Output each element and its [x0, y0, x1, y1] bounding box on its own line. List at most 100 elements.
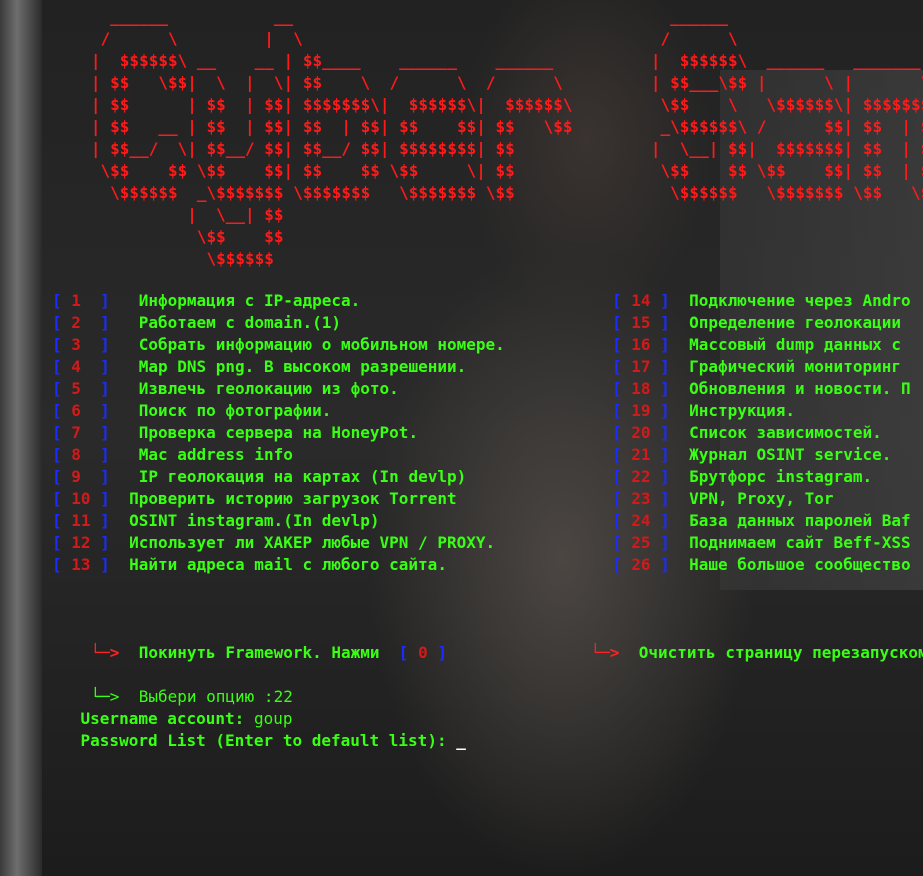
- menu-item-label: Наше большое сообщество: [689, 555, 911, 574]
- bracket-close: ]: [650, 423, 670, 442]
- bracket-close: ]: [650, 401, 670, 420]
- menu-item[interactable]: [ 23 ] VPN, Proxy, Tor: [612, 488, 834, 510]
- bracket-open: [: [52, 357, 72, 376]
- menu-item[interactable]: [ 3 ] Собрать информацию о мобильном ном…: [52, 334, 505, 356]
- menu-item-label: Журнал OSINT service.: [689, 445, 892, 464]
- menu-item-number: 5: [71, 379, 81, 398]
- menu-item-label: Найти адреса mail с любого сайта.: [129, 555, 447, 574]
- bracket-close: ]: [650, 533, 670, 552]
- arrow-icon: └─>: [590, 643, 620, 662]
- menu-item-number: 2: [71, 313, 81, 332]
- bracket-close: ]: [90, 489, 110, 508]
- menu-item[interactable]: [ 1 ] Информация с IP-адреса.: [52, 290, 360, 312]
- menu-item[interactable]: [ 26 ] Наше большое сообщество: [612, 554, 911, 576]
- menu-item[interactable]: [ 20 ] Список зависимостей.: [612, 422, 882, 444]
- arrow-icon: └─>: [90, 643, 120, 662]
- bracket-open: [: [52, 533, 72, 552]
- menu-item-number: 19: [631, 401, 651, 420]
- menu-item-number: 24: [631, 511, 651, 530]
- menu-item-label: Графический мониторинг: [689, 357, 911, 376]
- ascii-banner-left: ______ __ / \ | \ | $$$$$$\ __ __ | $$__…: [90, 7, 573, 268]
- bracket-open: [: [52, 313, 72, 332]
- bracket-open: [: [52, 489, 72, 508]
- bracket-open: [: [612, 379, 632, 398]
- bracket-close: ]: [650, 445, 670, 464]
- bracket-open: [: [52, 467, 72, 486]
- menu-item[interactable]: [ 16 ] Массовый dump данных с: [612, 334, 911, 356]
- menu-item[interactable]: [ 13 ] Найти адреса mail с любого сайта.: [52, 554, 447, 576]
- menu-item-label: VPN, Proxy, Tor: [689, 489, 834, 508]
- menu-item[interactable]: [ 7 ] Проверка сервера на HoneyPot.: [52, 422, 418, 444]
- terminal-window[interactable]: ______ __ / \ | \ | $$$$$$\ __ __ | $$__…: [0, 0, 923, 876]
- menu-item[interactable]: [ 5 ] Извлечь геолокацию из фото.: [52, 378, 399, 400]
- menu-item-number: 26: [631, 555, 651, 574]
- text-cursor[interactable]: _: [456, 731, 466, 750]
- bracket-open: [: [612, 423, 632, 442]
- menu-item[interactable]: [ 8 ] Mac address info: [52, 444, 293, 466]
- menu-item[interactable]: [ 24 ] База данных паролей Baf: [612, 510, 911, 532]
- bracket-close: ]: [80, 335, 110, 354]
- password-line[interactable]: Password List (Enter to default list): _: [42, 708, 466, 774]
- bracket-open: [: [612, 511, 632, 530]
- bracket-open: [: [612, 533, 632, 552]
- bracket-open: [: [52, 291, 72, 310]
- bracket-close: ]: [650, 313, 670, 332]
- menu-item-label: Работаем с domain.(1): [138, 313, 342, 332]
- clear-option[interactable]: └─> Очистить страницу перезапуском.: [552, 620, 923, 686]
- menu-item-number: 3: [71, 335, 81, 354]
- menu-item-label: База данных паролей Baf: [689, 511, 911, 530]
- menu-item-label: Определение геолокации: [689, 313, 911, 332]
- menu-item-label: OSINT instagram.(In devlp): [129, 511, 380, 530]
- menu-item[interactable]: [ 6 ] Поиск по фотографии.: [52, 400, 331, 422]
- menu-item-number: 8: [71, 445, 81, 464]
- menu-item[interactable]: [ 22 ] Брутфорс instagram.: [612, 466, 872, 488]
- menu-item[interactable]: [ 15 ] Определение геолокации: [612, 312, 911, 334]
- menu-item-label: Подключение через Andro: [689, 291, 911, 310]
- bracket-close: ]: [90, 533, 110, 552]
- menu-item-label: Информация с IP-адреса.: [138, 291, 361, 310]
- menu-item-number: 17: [631, 357, 651, 376]
- bracket-open: [: [52, 511, 72, 530]
- menu-item[interactable]: [ 2 ] Работаем с domain.(1): [52, 312, 341, 334]
- menu-item-number: 10: [71, 489, 91, 508]
- menu-item[interactable]: [ 14 ] Подключение через Andro: [612, 290, 911, 312]
- bracket-close: ]: [80, 357, 110, 376]
- bracket-open: [: [612, 489, 632, 508]
- menu-item[interactable]: [ 10 ] Проверить историю загрузок Torren…: [52, 488, 457, 510]
- bracket-close: ]: [650, 357, 670, 376]
- bracket-close: ]: [80, 423, 110, 442]
- exit-text: Покинуть Framework. Нажми: [138, 643, 380, 662]
- menu-item-number: 4: [71, 357, 81, 376]
- menu-item-label: Список зависимостей.: [689, 423, 882, 442]
- menu-item[interactable]: [ 12 ] Использует ли ХАКЕР любые VPN / P…: [52, 532, 495, 554]
- bracket-open: [: [612, 555, 632, 574]
- menu-item-number: 6: [71, 401, 81, 420]
- menu-item-label: Обновления и новости. П: [689, 379, 911, 398]
- menu-item-number: 1: [71, 291, 81, 310]
- menu-item[interactable]: [ 18 ] Обновления и новости. П: [612, 378, 911, 400]
- menu-item-number: 7: [71, 423, 81, 442]
- bracket-open: [: [612, 467, 632, 486]
- menu-item[interactable]: [ 9 ] IP геолокация на картах (In devlp): [52, 466, 466, 488]
- menu-item-label: Брутфорс instagram.: [689, 467, 873, 486]
- menu-item[interactable]: [ 11 ] OSINT instagram.(In devlp): [52, 510, 380, 532]
- menu-item-number: 14: [631, 291, 651, 310]
- menu-item-number: 15: [631, 313, 651, 332]
- bracket-close: ]: [650, 335, 670, 354]
- menu-item-number: 22: [631, 467, 651, 486]
- bracket-close: ]: [80, 313, 110, 332]
- menu-item-label: Поднимаем сайт Beff-XSS: [689, 533, 911, 552]
- bracket-close: ]: [80, 379, 110, 398]
- bracket-open: [: [612, 313, 632, 332]
- menu-item[interactable]: [ 19 ] Инструкция.: [612, 400, 795, 422]
- menu-item-number: 20: [631, 423, 651, 442]
- menu-item[interactable]: [ 17 ] Графический мониторинг: [612, 356, 911, 378]
- menu-item-label: IP геолокация на картах (In devlp): [138, 467, 467, 486]
- bracket-open: [: [52, 335, 72, 354]
- menu-item[interactable]: [ 4 ] Map DNS png. В высоком разрешении.: [52, 356, 466, 378]
- menu-item[interactable]: [ 21 ] Журнал OSINT service.: [612, 444, 891, 466]
- bracket-open: [: [612, 401, 632, 420]
- menu-item[interactable]: [ 25 ] Поднимаем сайт Beff-XSS: [612, 532, 911, 554]
- menu-item-label: Массовый dump данных с: [689, 335, 911, 354]
- menu-item-number: 18: [631, 379, 651, 398]
